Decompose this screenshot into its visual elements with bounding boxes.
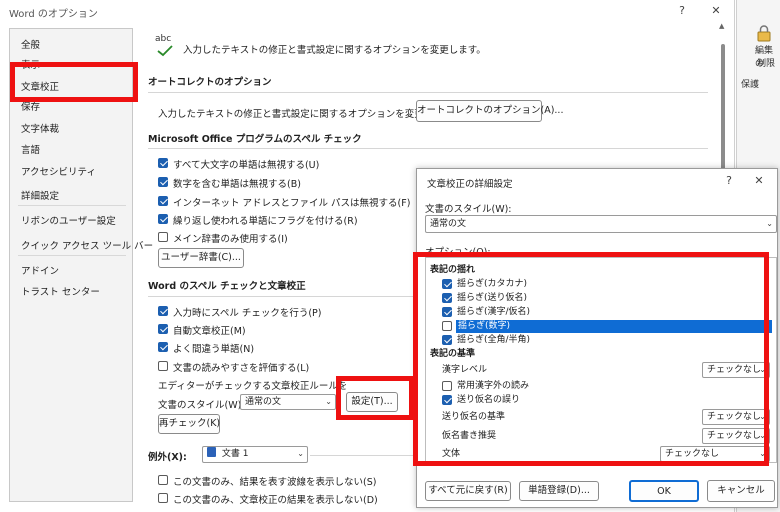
header-text: 入力したテキストの修正と書式設定に関するオプションを変更します。 — [183, 45, 486, 56]
hide-spelling-errors-label: この文書のみ、結果を表す波線を表示しない(S) — [173, 477, 377, 488]
sub-help-icon[interactable]: ? — [719, 174, 739, 187]
main-dictionary-label: メイン辞書のみ使用する(I) — [173, 234, 288, 245]
sidebar-item-accessibility[interactable]: アクセシビリティ — [21, 164, 96, 178]
hide-spelling-errors-checkbox[interactable] — [158, 475, 168, 485]
sidebar-item-qat[interactable]: クイック アクセス ツール バー — [21, 238, 153, 252]
section-divider — [148, 148, 708, 149]
autocorrect-options-button[interactable]: オートコレクトのオプション(A)... — [416, 100, 563, 122]
highlight-settings-box — [336, 376, 414, 420]
word-spell-heading: Word のスペル チェックと文章校正 — [148, 281, 306, 292]
word-register-button[interactable]: 単語登録(D)... — [519, 481, 599, 501]
chevron-down-icon: ⌄ — [297, 449, 304, 458]
help-icon[interactable]: ? — [672, 4, 692, 17]
sub-dialog-title: 文章校正の詳細設定 — [427, 179, 513, 190]
sidebar-item-trust-center[interactable]: トラスト センター — [21, 284, 100, 298]
sidebar-divider — [18, 205, 126, 206]
writing-style-select[interactable]: 通常の文 ⌄ — [240, 394, 336, 410]
chevron-down-icon: ⌄ — [766, 219, 773, 228]
restrict-editing-label-2: 制限 — [757, 59, 776, 69]
hide-grammar-errors-checkbox[interactable] — [158, 493, 168, 503]
ignore-numbers-checkbox[interactable] — [158, 177, 168, 187]
reset-all-button[interactable]: すべて元に戻す(R) — [425, 481, 511, 501]
highlight-proofing-box — [10, 62, 138, 102]
ignore-uppercase-checkbox[interactable] — [158, 158, 168, 168]
flag-repeated-checkbox[interactable] — [158, 214, 168, 224]
auto-proofing-label: 自動文章校正(M) — [173, 326, 246, 337]
exceptions-document-select[interactable]: 文書 1 ⌄ — [202, 446, 308, 463]
office-spell-heading: Microsoft Office プログラムのスペル チェック — [148, 134, 362, 145]
highlight-options-box — [413, 252, 769, 466]
readability-label: 文書の読みやすさを評価する(L) — [173, 363, 310, 374]
sidebar-item-general[interactable]: 全般 — [21, 37, 40, 51]
sub-style-select[interactable]: 通常の文 ⌄ — [425, 215, 777, 233]
sidebar-item-typography[interactable]: 文字体裁 — [21, 121, 59, 135]
hide-grammar-errors-label: この文書のみ、文章校正の結果を表示しない(D) — [173, 495, 378, 506]
section-divider — [148, 296, 418, 297]
editor-rules-text: エディターがチェックする文章校正ルールを選びます — [158, 381, 346, 392]
protect-group-label: 保護 — [741, 80, 760, 90]
sidebar-item-advanced[interactable]: 詳細設定 — [21, 188, 59, 202]
dialog-title: Word のオプション — [9, 9, 98, 20]
ignore-internet-checkbox[interactable] — [158, 196, 168, 206]
sidebar-item-language[interactable]: 言語 — [21, 142, 40, 156]
sidebar-divider — [18, 255, 126, 256]
custom-dictionary-button[interactable]: ユーザー辞書(C)... — [158, 248, 244, 268]
section-divider — [148, 92, 708, 93]
scroll-up-icon[interactable]: ▲ — [719, 22, 724, 30]
spell-as-type-label: 入力時にスペル チェックを行う(P) — [173, 308, 322, 319]
flag-repeated-label: 繰り返し使われる単語にフラグを付ける(R) — [173, 216, 358, 227]
sidebar-item-ribbon[interactable]: リボンのユーザー設定 — [21, 213, 116, 227]
spell-as-type-checkbox[interactable] — [158, 306, 168, 316]
ignore-internet-label: インターネット アドレスとファイル パスは無視する(F) — [173, 198, 411, 209]
writing-style-label: 文書のスタイル(W): — [158, 400, 245, 411]
lock-icon — [757, 25, 771, 42]
confused-words-label: よく間違う単語(N) — [173, 344, 255, 355]
readability-checkbox[interactable] — [158, 361, 168, 371]
recheck-button[interactable]: 再チェック(K) — [158, 414, 220, 434]
chevron-down-icon: ⌄ — [325, 397, 332, 406]
cancel-button[interactable]: キャンセル — [707, 480, 775, 502]
ignore-numbers-label: 数字を含む単語は無視する(B) — [173, 179, 301, 190]
abc-check-icon: abc — [155, 34, 177, 58]
exceptions-label: 例外(X): — [148, 452, 187, 463]
word-doc-icon — [207, 447, 216, 457]
sidebar-item-addins[interactable]: アドイン — [21, 263, 59, 277]
sub-close-icon[interactable]: ✕ — [749, 174, 769, 187]
sub-style-label: 文書のスタイル(W): — [425, 204, 512, 215]
auto-proofing-checkbox[interactable] — [158, 324, 168, 334]
close-icon[interactable]: ✕ — [706, 4, 726, 17]
confused-words-checkbox[interactable] — [158, 342, 168, 352]
ok-button[interactable]: OK — [629, 480, 699, 502]
main-dictionary-checkbox[interactable] — [158, 232, 168, 242]
autocorrect-heading: オートコレクトのオプション — [148, 77, 272, 88]
ignore-uppercase-label: すべて大文字の単語は無視する(U) — [173, 160, 320, 171]
section-divider — [310, 455, 418, 456]
